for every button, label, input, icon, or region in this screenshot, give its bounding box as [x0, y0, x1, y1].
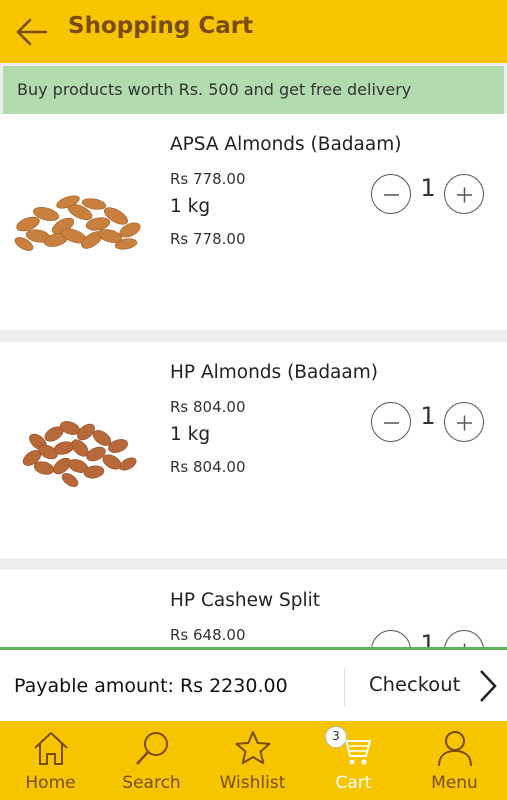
- bottom-navigation: Home Search Wishlist Cart Menu: [0, 721, 507, 800]
- search-icon: [136, 732, 168, 765]
- nav-menu[interactable]: Menu: [404, 721, 505, 800]
- nav-menu-label: Menu: [431, 773, 478, 793]
- plus-icon: [457, 187, 472, 203]
- nav-cart[interactable]: Cart: [303, 721, 404, 800]
- item-weight: 1 kg: [170, 424, 211, 445]
- nav-search-label: Search: [122, 773, 181, 793]
- nav-home[interactable]: Home: [0, 721, 101, 800]
- cart-item[interactable]: HP Almonds (Badaam) Rs 804.00 1 kg Rs 80…: [0, 342, 507, 558]
- cart-item-list[interactable]: APSA Almonds (Badaam) Rs 778.00 1 kg Rs …: [0, 114, 507, 650]
- quantity-value: 1: [420, 402, 436, 430]
- increase-quantity-button[interactable]: [444, 174, 484, 214]
- back-button[interactable]: [14, 14, 50, 50]
- quantity-value: 1: [420, 174, 436, 202]
- increase-quantity-button[interactable]: [444, 402, 484, 442]
- item-price: Rs 804.00: [170, 398, 246, 416]
- nav-home-label: Home: [25, 773, 76, 793]
- checkout-button[interactable]: Checkout: [369, 673, 460, 696]
- plus-icon: [457, 415, 472, 431]
- almonds-image: [22, 421, 137, 487]
- item-name[interactable]: HP Cashew Split: [170, 590, 320, 611]
- cart-item[interactable]: HP Cashew Split Rs 648.00 1: [0, 570, 507, 650]
- minus-icon: [384, 422, 399, 424]
- nav-cart-label: Cart: [335, 773, 372, 793]
- star-icon: [235, 731, 271, 765]
- minus-icon: [384, 194, 399, 196]
- chevron-right-icon[interactable]: [476, 668, 500, 704]
- item-name[interactable]: HP Almonds (Badaam): [170, 362, 378, 383]
- free-delivery-banner: Buy products worth Rs. 500 and get free …: [3, 66, 504, 114]
- item-price: Rs 778.00: [170, 170, 246, 188]
- cart-item[interactable]: APSA Almonds (Badaam) Rs 778.00 1 kg Rs …: [0, 114, 507, 330]
- home-icon: [34, 732, 68, 765]
- decrease-quantity-button[interactable]: [371, 174, 411, 214]
- item-total: Rs 804.00: [170, 458, 246, 476]
- item-name[interactable]: APSA Almonds (Badaam): [170, 134, 401, 155]
- cashew-image: [8, 620, 148, 650]
- decrease-quantity-button[interactable]: [371, 402, 411, 442]
- item-total: Rs 778.00: [170, 230, 246, 248]
- divider: [344, 668, 345, 706]
- nav-wishlist[interactable]: Wishlist: [202, 721, 303, 800]
- item-weight: 1 kg: [170, 196, 211, 217]
- payable-amount: Payable amount: Rs 2230.00: [14, 675, 288, 697]
- checkout-bar: Payable amount: Rs 2230.00 Checkout: [0, 647, 507, 721]
- almonds-image: [14, 195, 141, 251]
- app-header: Shopping Cart: [0, 0, 507, 63]
- nav-search[interactable]: Search: [101, 721, 202, 800]
- nav-wishlist-label: Wishlist: [219, 773, 286, 793]
- item-price: Rs 648.00: [170, 626, 246, 644]
- page-title: Shopping Cart: [68, 13, 254, 39]
- cart-count-badge: 3: [325, 726, 347, 748]
- back-arrow-icon: [16, 18, 48, 46]
- user-icon: [438, 731, 472, 767]
